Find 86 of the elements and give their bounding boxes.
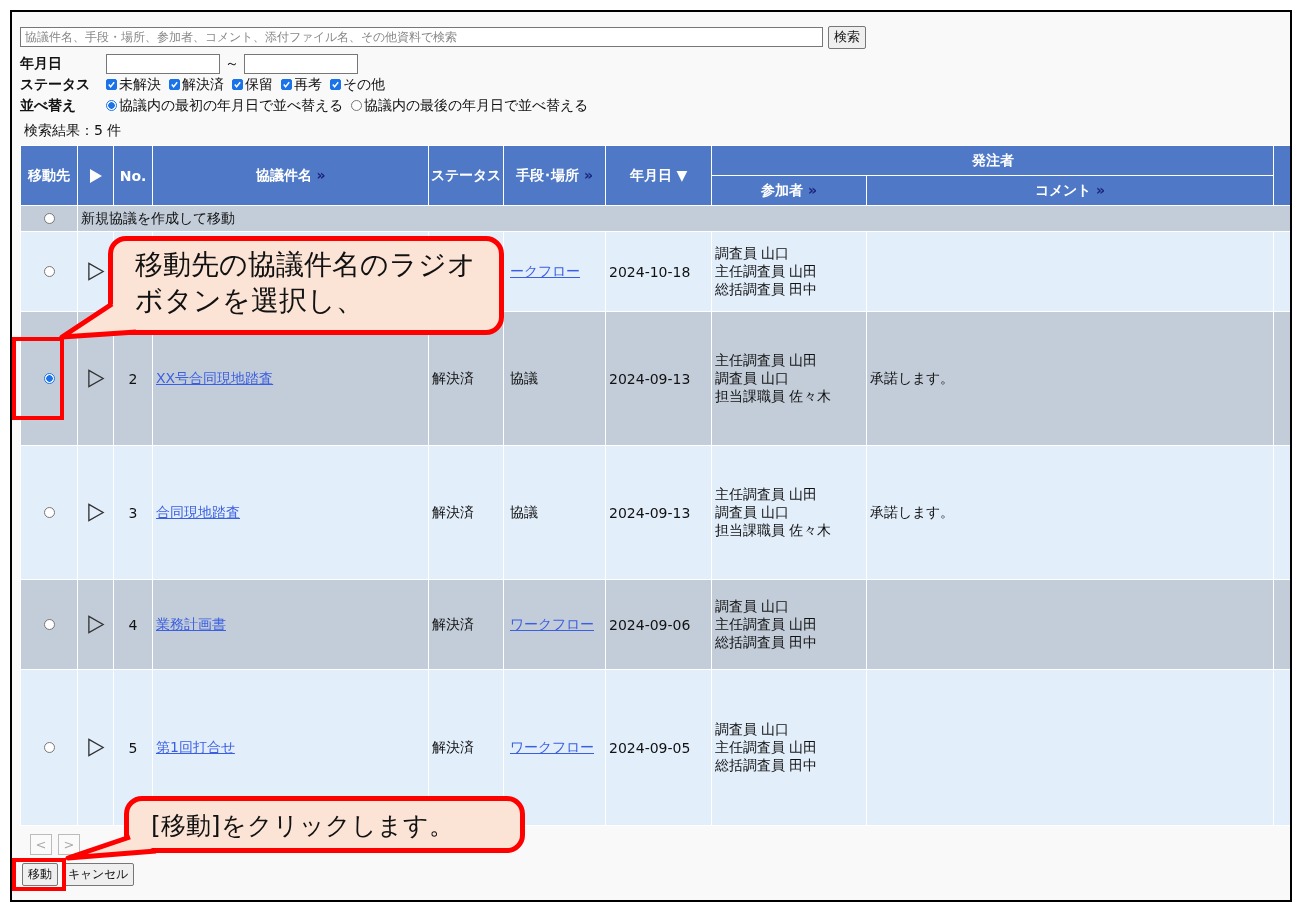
status-option-label: 解決済: [182, 75, 224, 94]
participant-text: 調査員 山口: [715, 244, 791, 263]
status-option-label: その他: [343, 75, 385, 94]
status-text: 解決済: [432, 615, 474, 632]
date-text: 2024-10-18: [609, 263, 691, 280]
radio-button[interactable]: [43, 372, 55, 384]
date-text: 2024-09-13: [609, 370, 691, 387]
column-group-header: 発注者: [711, 145, 1274, 176]
range-separator: ～: [225, 54, 239, 73]
status-option-label: 未解決: [119, 75, 161, 94]
title-link[interactable]: 合同現地踏査: [156, 503, 240, 520]
comment-text: 承諾します。: [870, 369, 954, 386]
checkbox[interactable]: [281, 79, 292, 90]
participant-text: 総括調査員 田中: [715, 280, 819, 299]
new-row-label: 新規協議を作成して移動: [81, 209, 235, 226]
participant-text: 主任調査員 山田: [715, 738, 819, 757]
participant-text: 主任調査員 山田: [715, 485, 819, 504]
column-header: 移動先: [20, 145, 78, 206]
sort-option-label: 協議内の最後の年月日で並べ替える: [364, 96, 588, 115]
date-text: 2024-09-13: [609, 504, 691, 521]
column-header: 参加者 »: [711, 175, 867, 206]
status-option-label: 保留: [245, 75, 273, 94]
title-link[interactable]: 業務計画書: [156, 615, 226, 632]
row-number: 4: [128, 616, 138, 633]
comment-text: 承諾します。: [870, 503, 954, 520]
column-header: 年月日 ▼: [605, 145, 712, 206]
title-link[interactable]: 第1回打合せ: [156, 738, 235, 755]
move-button[interactable]: 移動: [22, 863, 58, 886]
radio-button[interactable]: [351, 100, 362, 111]
play-icon[interactable]: [86, 738, 105, 757]
title-link[interactable]: XX号合同現地踏査: [156, 369, 274, 386]
participant-text: 調査員 山口: [715, 597, 791, 616]
search-field[interactable]: 協議件名、手段・場所、参加者、コメント、添付ファイル名、その他資料で検索: [20, 27, 823, 47]
column-header: コメント »: [866, 175, 1274, 206]
participant-text: 調査員 山口: [715, 503, 791, 522]
status-text: 解決済: [432, 369, 474, 386]
status-text: 解決済: [432, 503, 474, 520]
sort-option-label: 協議内の最初の年月日で並べ替える: [119, 96, 343, 115]
radio-button[interactable]: [43, 741, 55, 753]
participant-text: 担当課職員 佐々木: [715, 387, 833, 406]
column-header: 手段･場所 »: [503, 145, 606, 206]
method-link[interactable]: ークフロー: [510, 262, 580, 279]
participant-text: 調査員 山口: [715, 720, 791, 739]
participant-text: 主任調査員 山田: [715, 615, 819, 634]
column-header: 協議件名 »: [152, 145, 429, 206]
radio-button[interactable]: [106, 100, 117, 111]
checkbox[interactable]: [232, 79, 243, 90]
method-text: 協議: [510, 369, 538, 386]
participant-text: 主任調査員 山田: [715, 262, 819, 281]
play-icon[interactable]: [86, 369, 105, 388]
method-text: 協議: [510, 503, 538, 520]
end-date-field[interactable]: [244, 53, 358, 74]
method-link[interactable]: ワークフロー: [510, 615, 594, 632]
checkbox[interactable]: [106, 79, 117, 90]
play-icon[interactable]: [86, 615, 105, 634]
participant-text: 総括調査員 田中: [715, 756, 819, 775]
callout: 移動先の協議件名のラジオボタンを選択し、: [108, 236, 504, 335]
column-header: No.: [113, 145, 153, 206]
start-date-field[interactable]: [106, 53, 220, 74]
radio-button[interactable]: [43, 618, 55, 630]
participant-text: 総括調査員 田中: [715, 633, 819, 652]
date-text: 2024-09-06: [609, 616, 691, 633]
checkbox[interactable]: [169, 79, 180, 90]
status-label: ステータス: [20, 75, 91, 94]
participant-text: 担当課職員 佐々木: [715, 521, 833, 540]
status-text: 解決済: [432, 738, 474, 755]
checkbox[interactable]: [330, 79, 341, 90]
method-link[interactable]: ワークフロー: [510, 738, 594, 755]
radio-button[interactable]: [43, 265, 55, 277]
participant-text: 調査員 山口: [715, 369, 791, 388]
search-button[interactable]: 検索: [828, 25, 866, 49]
play-icon[interactable]: [86, 503, 105, 522]
row-number: 5: [128, 739, 138, 756]
row-number: 2: [128, 370, 138, 387]
sort-label: 並べ替え: [20, 96, 77, 115]
highlight-frame: [12, 858, 66, 891]
result-count: 検索結果：5 件: [24, 122, 123, 140]
date-label: 年月日: [20, 54, 63, 73]
column-header: ステータス: [428, 145, 504, 206]
row-number: 3: [128, 504, 138, 521]
radio-button[interactable]: [43, 212, 55, 224]
status-option-label: 再考: [294, 75, 322, 94]
date-text: 2024-09-05: [609, 739, 691, 756]
radio-button[interactable]: [43, 506, 55, 518]
participant-text: 主任調査員 山田: [715, 351, 819, 370]
play-icon[interactable]: [86, 262, 105, 281]
